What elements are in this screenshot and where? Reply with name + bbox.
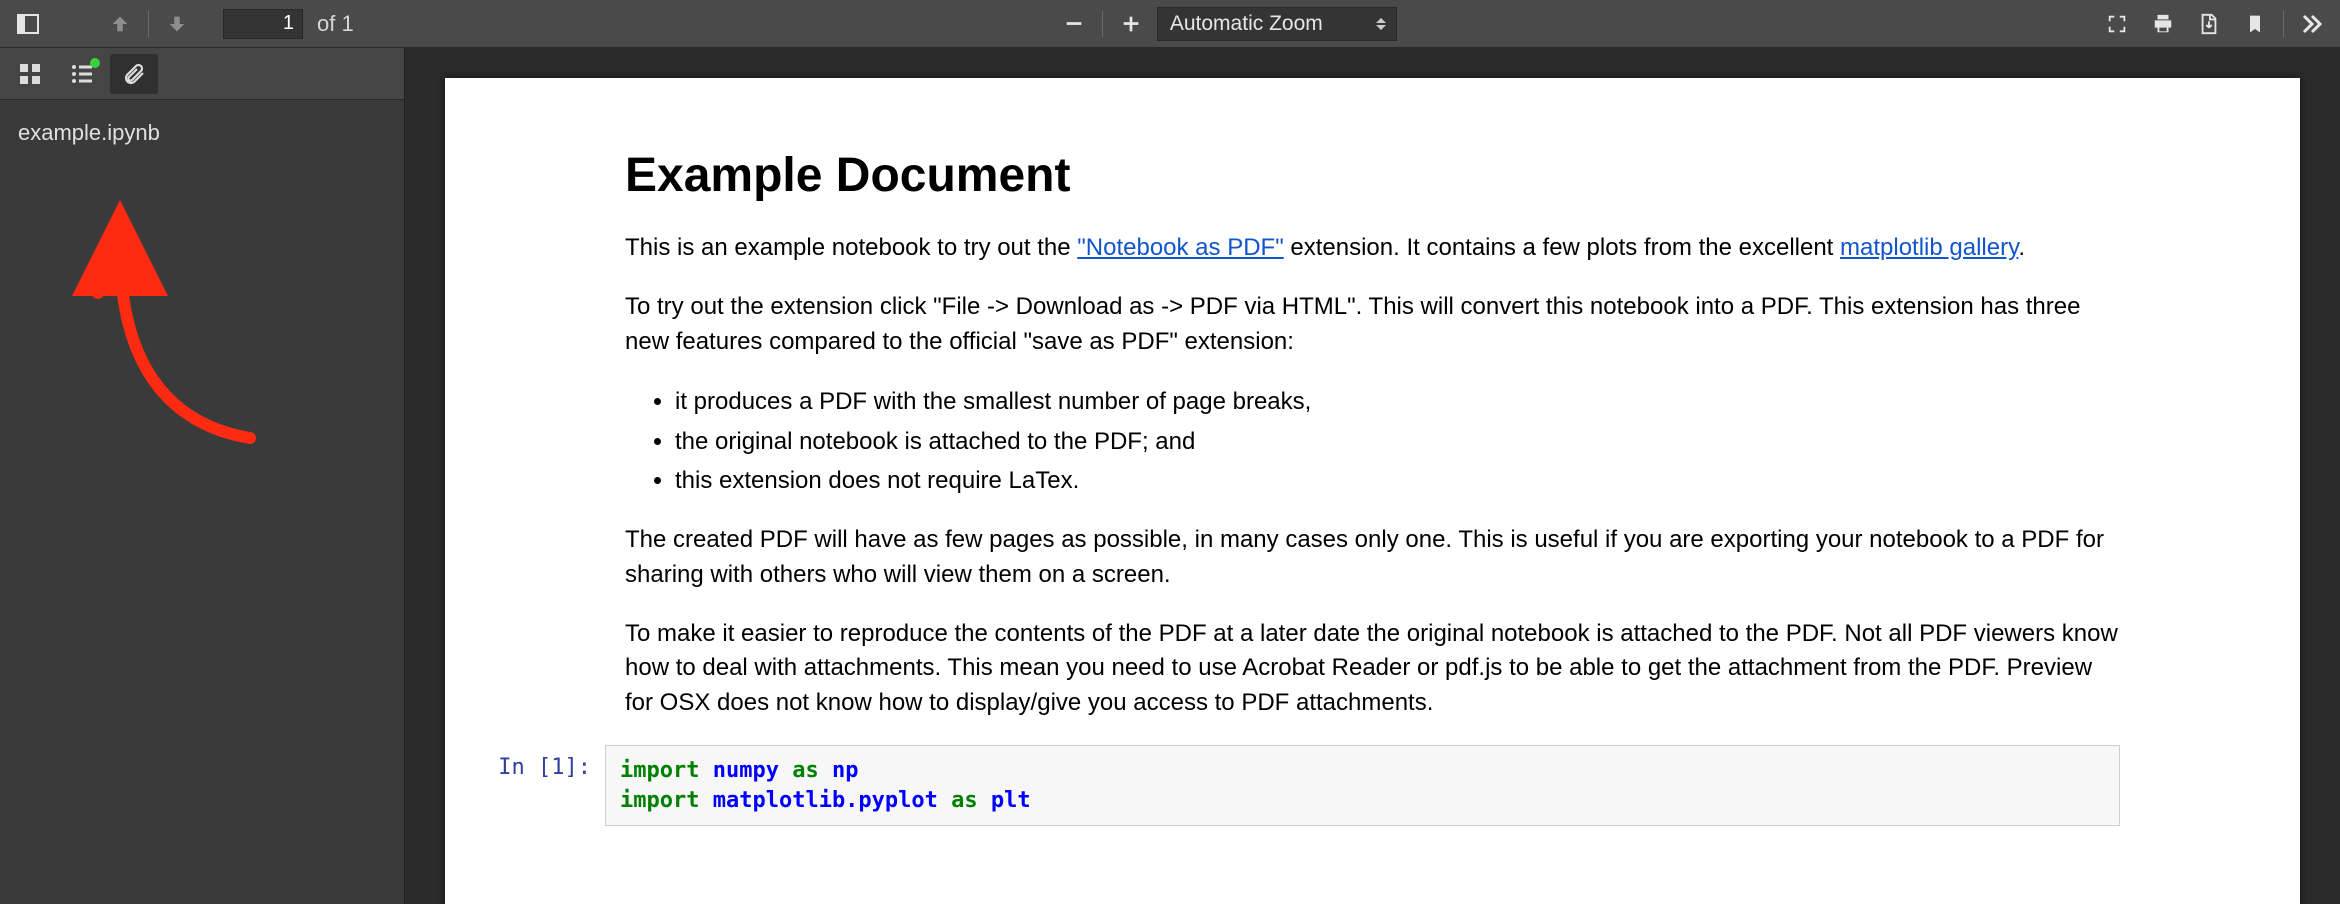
paragraph: This is an example notebook to try out t… (625, 231, 2120, 266)
pdf-page: Example Document This is an example note… (445, 78, 2300, 904)
text-run: . (2018, 234, 2025, 261)
zoom-out-button[interactable] (1054, 6, 1094, 42)
prev-page-button[interactable] (100, 6, 140, 42)
zoom-select-label: Automatic Zoom (1170, 12, 1323, 36)
attachments-tab[interactable] (110, 54, 158, 94)
zoom-in-button[interactable] (1111, 6, 1151, 42)
code-body: import numpy as np import matplotlib.pyp… (605, 745, 2120, 826)
code-alias: np (832, 758, 859, 783)
arrow-down-icon (166, 13, 188, 35)
code-module: numpy (713, 758, 779, 783)
attachment-item[interactable]: example.ipynb (0, 112, 404, 154)
arrow-up-icon (109, 13, 131, 35)
code-keyword: import (620, 788, 699, 813)
next-page-button[interactable] (157, 6, 197, 42)
download-icon (2198, 13, 2220, 35)
sidebar-toggle-button[interactable] (8, 6, 48, 42)
code-alias: plt (991, 788, 1031, 813)
link-notebook-as-pdf[interactable]: "Notebook as PDF" (1077, 234, 1283, 261)
code-module: matplotlib.pyplot (713, 788, 938, 813)
zoom-select[interactable]: Automatic Zoom (1157, 7, 1397, 41)
pdf-toolbar: of 1 Automatic Zoom (0, 0, 2340, 48)
toolbar-divider (148, 11, 149, 37)
bookmark-button[interactable] (2235, 6, 2275, 42)
sidebar-panel: example.ipynb (0, 48, 405, 904)
code-cell: In [1]: import numpy as np import matplo… (625, 745, 2120, 826)
outline-tab[interactable] (58, 54, 106, 94)
tools-menu-button[interactable] (2292, 6, 2332, 42)
paragraph: To try out the extension click "File -> … (625, 290, 2120, 360)
text-run: extension. It contains a few plots from … (1284, 234, 1840, 261)
code-keyword: import (620, 758, 699, 783)
list-item: the original notebook is attached to the… (675, 423, 2120, 460)
notification-dot-icon (90, 58, 100, 68)
attachments-list: example.ipynb (0, 100, 404, 166)
thumbnails-icon (18, 62, 42, 86)
chevron-double-right-icon (2300, 12, 2324, 36)
fullscreen-icon (2106, 13, 2128, 35)
plus-icon (1120, 13, 1142, 35)
page-total-label: of 1 (317, 11, 354, 37)
bullet-list: it produces a PDF with the smallest numb… (675, 383, 2120, 499)
print-button[interactable] (2143, 6, 2183, 42)
code-prompt-label: In [1]: (495, 745, 605, 826)
document-title: Example Document (625, 148, 2120, 203)
paperclip-icon (122, 62, 146, 86)
sidebar-toggle-icon (16, 12, 40, 36)
print-icon (2152, 13, 2174, 35)
main-area: example.ipynb Example Document This is a… (0, 48, 2340, 904)
download-button[interactable] (2189, 6, 2229, 42)
minus-icon (1063, 13, 1085, 35)
toolbar-divider (2283, 11, 2284, 37)
list-item: it produces a PDF with the smallest numb… (675, 383, 2120, 420)
toolbar-divider (1102, 11, 1103, 37)
sidebar-tabs (0, 48, 404, 100)
code-keyword: as (792, 758, 819, 783)
presentation-mode-button[interactable] (2097, 6, 2137, 42)
paragraph: To make it easier to reproduce the conte… (625, 617, 2120, 721)
link-matplotlib-gallery[interactable]: matplotlib gallery (1840, 234, 2018, 261)
page-number-input[interactable] (223, 9, 303, 39)
paragraph: The created PDF will have as few pages a… (625, 523, 2120, 593)
page-viewer[interactable]: Example Document This is an example note… (405, 48, 2340, 904)
select-caret-icon (1376, 18, 1386, 30)
text-run: This is an example notebook to try out t… (625, 234, 1077, 261)
list-item: this extension does not require LaTex. (675, 462, 2120, 499)
thumbnails-tab[interactable] (6, 54, 54, 94)
bookmark-icon (2245, 13, 2265, 35)
annotation-arrow-icon (70, 188, 290, 468)
code-keyword: as (951, 788, 978, 813)
